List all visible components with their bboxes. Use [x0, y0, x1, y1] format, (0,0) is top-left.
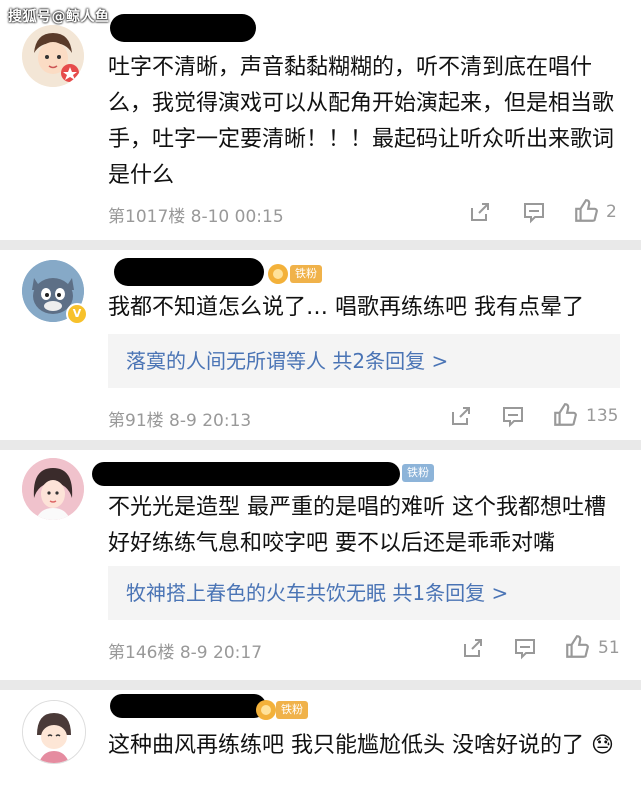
reply-link[interactable]: 牧神搭上春色的火车共饮无眠 共1条回复 >	[108, 566, 620, 620]
like-count: 51	[598, 638, 620, 658]
reply-link[interactable]: 落寞的人间无所谓等人 共2条回复 >	[108, 334, 620, 388]
like-icon[interactable]	[573, 198, 599, 224]
separator	[0, 680, 641, 690]
avatar[interactable]	[22, 700, 86, 764]
medal-icon	[256, 700, 276, 720]
watermark: 搜狐号@鲸人鱼	[8, 9, 110, 25]
comment-card: 吐字不清晰，声音黏黏糊糊的，听不清到底在唱什么，我觉得演戏可以从配角开始演起来，…	[0, 0, 641, 240]
avatar[interactable]	[22, 458, 84, 520]
comment-text: 我都不知道怎么说了… 唱歌再练练吧 我有点晕了	[108, 295, 584, 320]
comment-meta: 第146楼 8-9 20:17	[108, 643, 263, 663]
comment-text: 这种曲风再练练吧 我只能尴尬低头 没啥好说的了 😓	[108, 733, 614, 758]
comment-text: 不光光是造型 最严重的是唱的难听 这个我都想吐槽 好好练练气息和咬字吧 要不以后…	[108, 495, 606, 556]
fan-badge: 铁粉	[290, 265, 322, 283]
like-icon[interactable]	[564, 634, 590, 660]
like-icon[interactable]	[552, 402, 578, 428]
comment-icon[interactable]	[501, 404, 525, 428]
avatar[interactable]	[22, 25, 84, 87]
share-icon[interactable]	[449, 404, 473, 428]
comment-card: 铁粉 不光光是造型 最严重的是唱的难听 这个我都想吐槽 好好练练气息和咬字吧 要…	[0, 450, 641, 680]
comment-text: 吐字不清晰，声音黏黏糊糊的，听不清到底在唱什么，我觉得演戏可以从配角开始演起来，…	[108, 55, 615, 188]
fan-badge: 铁粉	[276, 701, 308, 719]
redacted-username	[92, 462, 400, 486]
separator	[0, 440, 641, 450]
verified-icon: V	[66, 303, 88, 325]
comment-card: 铁粉 这种曲风再练练吧 我只能尴尬低头 没啥好说的了 😓	[0, 690, 641, 806]
comment-icon[interactable]	[522, 200, 546, 224]
share-icon[interactable]	[461, 636, 485, 660]
redacted-username	[110, 14, 256, 42]
medal-icon	[268, 264, 288, 284]
comment-meta: 第91楼 8-9 20:13	[108, 411, 252, 431]
fan-badge: 铁粉	[402, 464, 434, 482]
comment-icon[interactable]	[513, 636, 537, 660]
like-count: 2	[606, 202, 617, 222]
comment-meta: 第1017楼 8-10 00:15	[108, 207, 284, 227]
separator	[0, 240, 641, 250]
comment-card: V 铁粉 我都不知道怎么说了… 唱歌再练练吧 我有点晕了 落寞的人间无所谓等人 …	[0, 250, 641, 440]
like-count: 135	[586, 406, 619, 426]
redacted-username	[110, 694, 266, 718]
share-icon[interactable]	[468, 200, 492, 224]
redacted-username	[114, 258, 264, 286]
